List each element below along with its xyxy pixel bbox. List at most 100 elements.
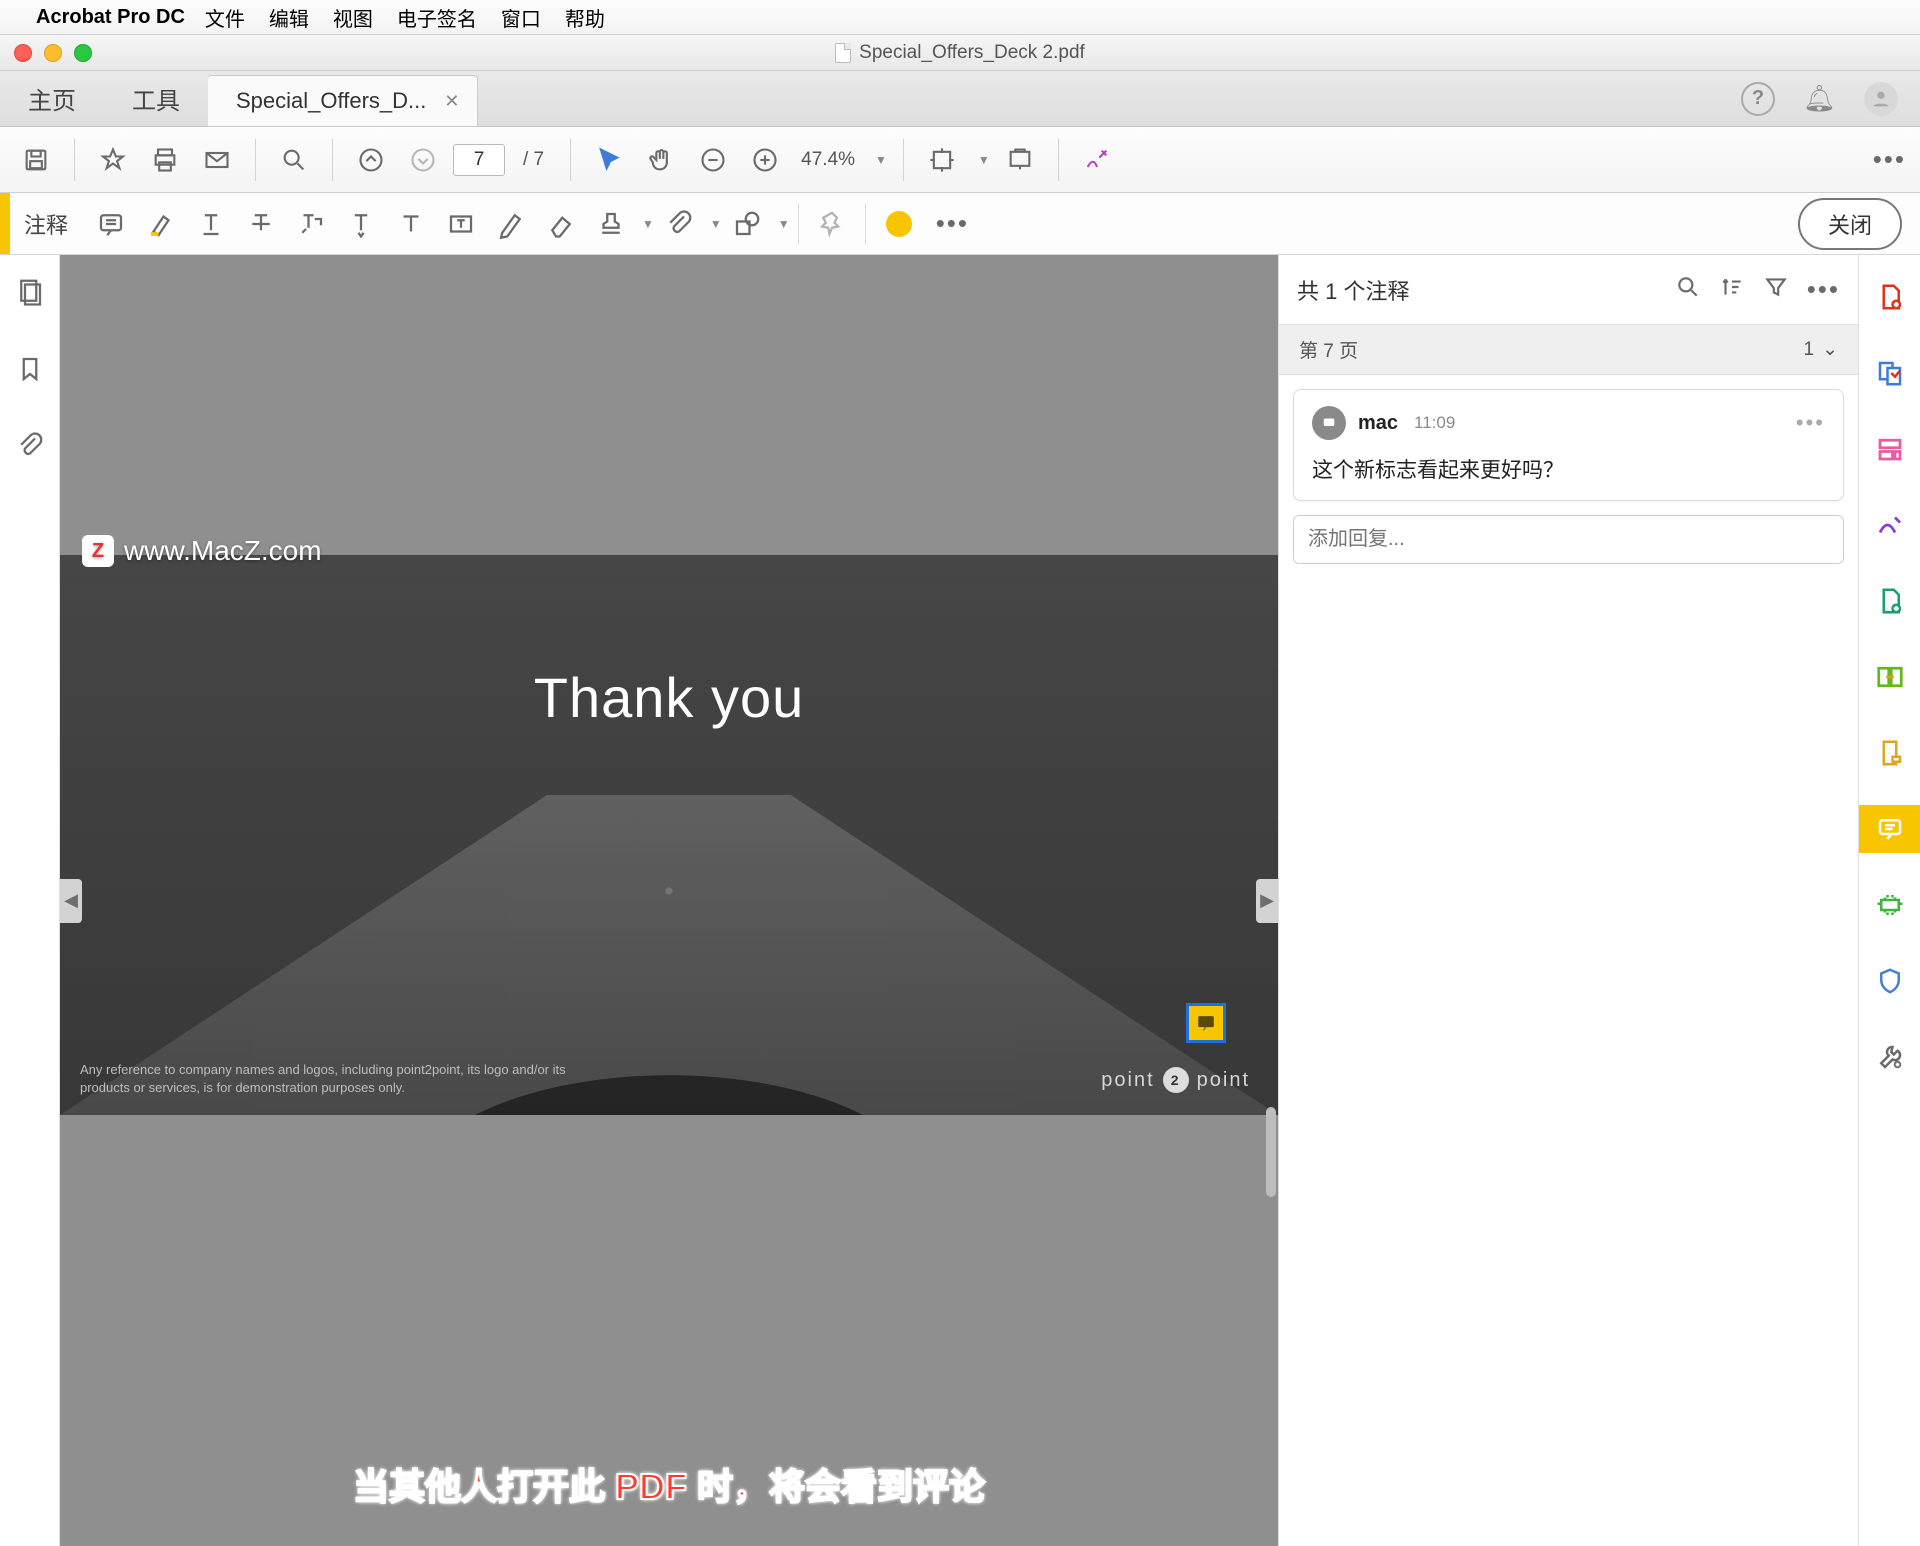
thumbnails-icon[interactable]	[15, 277, 45, 312]
stamp-icon[interactable]	[586, 199, 636, 249]
sign-icon[interactable]	[1075, 138, 1119, 182]
highlight-icon[interactable]	[136, 199, 186, 249]
protect-icon[interactable]	[1859, 957, 1920, 1005]
comment-more-icon[interactable]: •••	[1796, 410, 1825, 436]
comments-more-icon[interactable]: •••	[1807, 274, 1840, 305]
fit-width-icon[interactable]	[920, 138, 964, 182]
zoom-out-icon[interactable]	[691, 138, 735, 182]
comments-search-icon[interactable]	[1675, 274, 1701, 305]
create-pdf-icon[interactable]	[1859, 273, 1920, 321]
tab-document[interactable]: Special_Offers_D... ✕	[208, 75, 478, 126]
menu-view[interactable]: 视图	[333, 3, 373, 32]
comment-time: 11:09	[1414, 413, 1455, 433]
edit-pdf-icon[interactable]	[1859, 501, 1920, 549]
tab-tools[interactable]: 工具	[104, 71, 208, 126]
app-name[interactable]: Acrobat Pro DC	[36, 6, 185, 29]
eraser-icon[interactable]	[536, 199, 586, 249]
pencil-icon[interactable]	[486, 199, 536, 249]
chevron-down-icon[interactable]: ⌄	[1822, 338, 1838, 361]
watermark-logo-icon: Z	[82, 535, 114, 567]
comments-panel: 共 1 个注释 ••• 第 7 页 1 ⌄ mac 11:09 ••• 这个新标…	[1278, 255, 1858, 1546]
print-production-icon[interactable]	[1859, 881, 1920, 929]
account-avatar-icon[interactable]	[1864, 82, 1898, 116]
comment-avatar-icon	[1312, 406, 1346, 440]
star-icon[interactable]	[91, 138, 135, 182]
comment-card[interactable]: mac 11:09 ••• 这个新标志看起来更好吗？	[1293, 389, 1844, 501]
read-mode-icon[interactable]	[998, 138, 1042, 182]
comments-sort-icon[interactable]	[1719, 274, 1745, 305]
zoom-dropdown-icon[interactable]: ▼	[875, 153, 887, 167]
bell-icon[interactable]: 🔔︎	[1803, 83, 1836, 114]
pdf-page: Thank you Any reference to company names…	[60, 555, 1278, 1115]
reply-input[interactable]	[1293, 515, 1844, 564]
strikethrough-icon[interactable]	[236, 199, 286, 249]
commentbar-more-icon[interactable]: •••	[936, 208, 969, 239]
page-number-input[interactable]	[453, 144, 505, 176]
search-icon[interactable]	[272, 138, 316, 182]
slide-footnote: Any reference to company names and logos…	[80, 1061, 600, 1097]
attach-dropdown-icon[interactable]: ▼	[710, 217, 722, 231]
fit-dropdown-icon[interactable]: ▼	[978, 153, 990, 167]
print-icon[interactable]	[143, 138, 187, 182]
color-dot[interactable]	[874, 199, 924, 249]
shapes-dropdown-icon[interactable]: ▼	[778, 217, 790, 231]
add-text-icon[interactable]	[386, 199, 436, 249]
tab-home[interactable]: 主页	[0, 71, 104, 126]
menu-edit[interactable]: 编辑	[269, 3, 309, 32]
comment-label: 注释	[24, 208, 68, 240]
organize-icon[interactable]	[1859, 425, 1920, 473]
comment-tool-icon[interactable]	[1859, 805, 1920, 853]
prev-page-icon[interactable]: ◀	[60, 879, 82, 923]
document-viewport[interactable]: Thank you Any reference to company names…	[60, 255, 1278, 1546]
help-icon[interactable]: ?	[1741, 82, 1775, 116]
fill-sign-icon[interactable]	[1859, 729, 1920, 777]
combine-icon[interactable]	[1859, 349, 1920, 397]
comment-user: mac	[1358, 412, 1398, 435]
page-up-icon[interactable]	[349, 138, 393, 182]
compare-icon[interactable]	[1859, 653, 1920, 701]
more-tools-icon[interactable]	[1859, 1033, 1920, 1081]
tutorial-caption: 当其他人打开此 PDF 时，将会看到评论	[353, 1458, 985, 1510]
mail-icon[interactable]	[195, 138, 239, 182]
comments-header: 共 1 个注释	[1297, 274, 1657, 306]
annotation-marker-icon[interactable]	[1186, 1003, 1226, 1043]
doc-scrollbar[interactable]	[1266, 255, 1276, 1546]
sticky-note-icon[interactable]	[86, 199, 136, 249]
zoom-in-icon[interactable]	[743, 138, 787, 182]
menu-file[interactable]: 文件	[205, 3, 245, 32]
toolbar-more-icon[interactable]: •••	[1873, 144, 1906, 175]
tab-close-icon[interactable]: ✕	[444, 91, 459, 112]
mac-menubar: Acrobat Pro DC 文件 编辑 视图 电子签名 窗口 帮助	[0, 0, 1920, 35]
export-pdf-icon[interactable]	[1859, 577, 1920, 625]
zoom-value[interactable]: 47.4%	[801, 149, 855, 171]
bookmarks-icon[interactable]	[15, 354, 45, 389]
attach-icon[interactable]	[654, 199, 704, 249]
replace-text-icon[interactable]	[286, 199, 336, 249]
selection-tool-icon[interactable]	[587, 138, 631, 182]
insert-text-icon[interactable]	[336, 199, 386, 249]
right-tools-rail	[1858, 255, 1920, 1546]
tab-document-label: Special_Offers_D...	[236, 88, 426, 114]
window-titlebar: Special_Offers_Deck 2.pdf	[0, 35, 1920, 71]
close-button[interactable]: 关闭	[1798, 198, 1902, 250]
shapes-icon[interactable]	[722, 199, 772, 249]
attachments-icon[interactable]	[15, 431, 45, 466]
window-title: Special_Offers_Deck 2.pdf	[859, 42, 1085, 64]
pin-icon[interactable]	[807, 199, 857, 249]
stamp-dropdown-icon[interactable]: ▼	[642, 217, 654, 231]
left-nav-rail	[0, 255, 60, 1546]
menu-window[interactable]: 窗口	[501, 3, 541, 32]
textbox-icon[interactable]	[436, 199, 486, 249]
menu-esign[interactable]: 电子签名	[397, 3, 477, 32]
hand-tool-icon[interactable]	[639, 138, 683, 182]
comments-page-header[interactable]: 第 7 页 1 ⌄	[1279, 325, 1858, 375]
comments-filter-icon[interactable]	[1763, 274, 1789, 305]
tabs-row: 主页 工具 Special_Offers_D... ✕ ? 🔔︎	[0, 71, 1920, 127]
menu-help[interactable]: 帮助	[565, 3, 605, 32]
slide-brand: point 2 point	[1101, 1067, 1250, 1093]
main-toolbar: / 7 47.4%▼ ▼ •••	[0, 127, 1920, 193]
save-icon[interactable]	[14, 138, 58, 182]
comment-accent	[0, 193, 10, 254]
page-down-icon[interactable]	[401, 138, 445, 182]
underline-icon[interactable]	[186, 199, 236, 249]
